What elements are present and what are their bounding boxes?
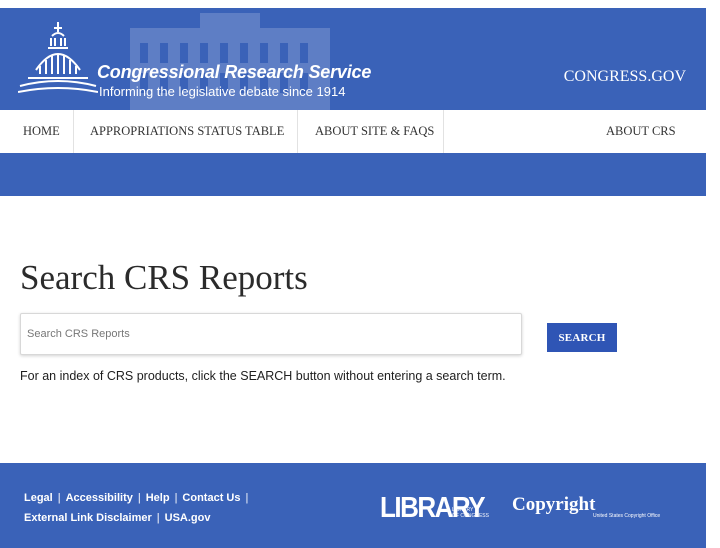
nav-item-about-site[interactable]: ABOUT SITE & FAQS — [315, 110, 434, 153]
capitol-dome-icon[interactable] — [18, 18, 98, 104]
footer-link-help[interactable]: Help — [146, 492, 170, 504]
footer-link-external-disclaimer[interactable]: External Link Disclaimer — [24, 512, 152, 524]
search-button[interactable]: SEARCH — [547, 323, 617, 352]
link-separator: | — [137, 492, 141, 504]
link-separator: | — [156, 512, 160, 524]
top-strip — [0, 0, 720, 8]
site-title[interactable]: Congressional Research Service — [97, 62, 371, 83]
search-input[interactable] — [20, 313, 522, 355]
site-footer — [0, 463, 706, 548]
footer-link-legal[interactable]: Legal — [24, 492, 53, 504]
footer-link-contact[interactable]: Contact Us — [182, 492, 240, 504]
page-title: Search CRS Reports — [20, 258, 308, 297]
site-header: Congressional Research Service Informing… — [0, 8, 706, 110]
nav-divider — [73, 110, 74, 153]
nav-divider — [297, 110, 298, 153]
nav-item-appropriations[interactable]: APPROPRIATIONS STATUS TABLE — [90, 110, 284, 153]
nav-item-about-crs[interactable]: ABOUT CRS — [606, 110, 676, 153]
copyright-office-logo-sub: United States Copyright Office — [593, 513, 661, 519]
link-separator: | — [174, 492, 178, 504]
search-hint: For an index of CRS products, click the … — [20, 369, 506, 383]
copyright-office-logo[interactable]: Copyright — [512, 494, 595, 516]
main-nav: HOME APPROPRIATIONS STATUS TABLE ABOUT S… — [0, 110, 706, 154]
congress-gov-link[interactable]: CONGRESS.GOV — [564, 68, 686, 86]
footer-link-usa-gov[interactable]: USA.gov — [165, 512, 211, 524]
footer-links-row-1: Legal | Accessibility | Help | Contact Us | — [24, 492, 253, 504]
footer-link-accessibility[interactable]: Accessibility — [66, 492, 133, 504]
library-of-congress-logo-sub: LIBRARY OF CONGRESS — [452, 507, 489, 519]
nav-divider — [443, 110, 444, 153]
link-separator: | — [57, 492, 61, 504]
nav-item-home[interactable]: HOME — [23, 110, 60, 153]
footer-links-row-2: External Link Disclaimer | USA.gov — [24, 512, 210, 524]
site-tagline: Informing the legislative debate since 1… — [99, 84, 346, 99]
link-separator: | — [245, 492, 249, 504]
blue-banner — [0, 153, 706, 196]
